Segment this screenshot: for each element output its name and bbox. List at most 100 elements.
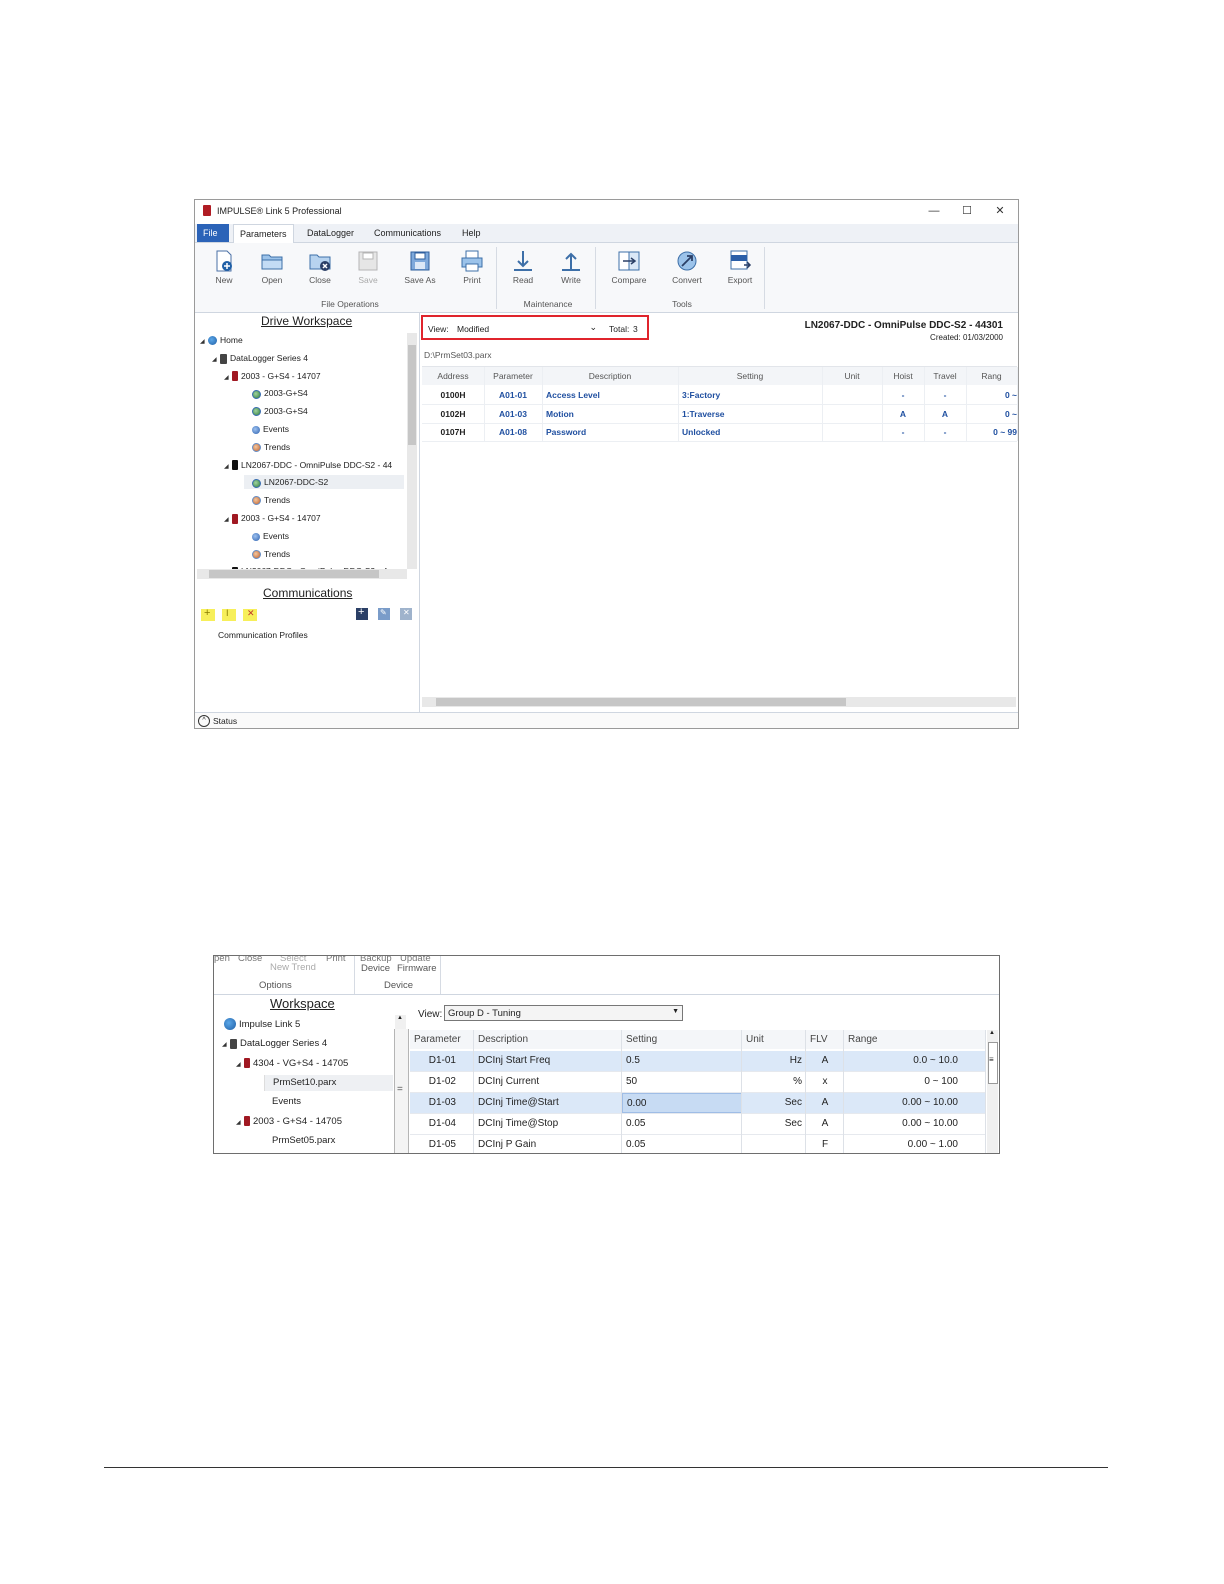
tree-vertical-scrollbar[interactable] <box>407 333 417 569</box>
tree-item[interactable]: ◢ LN2067-DDC - OmniPulse DDC-S2 - 44 <box>224 458 392 472</box>
print-button-label[interactable]: Print <box>326 956 346 964</box>
table-row[interactable]: 0100H A01-01 Access Level 3:Factory - - 0 ~ <box>422 386 1017 405</box>
table-vertical-scrollbar-2[interactable]: ▲ ≡ <box>987 1030 998 1153</box>
table-cell[interactable]: 0.05 <box>622 1114 742 1134</box>
column-header[interactable]: Travel <box>924 367 967 385</box>
menu-datalogger[interactable]: DataLogger <box>301 224 360 242</box>
expand-toggle-icon[interactable]: ◢ <box>224 513 232 527</box>
export-button[interactable]: Export <box>720 249 760 287</box>
maximize-button[interactable]: ☐ <box>953 203 981 219</box>
expand-toggle-icon[interactable]: ◢ <box>224 460 232 474</box>
column-header[interactable]: Hoist <box>882 367 925 385</box>
tree-item[interactable]: Events <box>264 1094 301 1110</box>
column-header[interactable]: Description <box>542 367 679 385</box>
edit-connection-icon[interactable]: ✎ <box>378 608 390 620</box>
save-as-button[interactable]: Save As <box>400 249 440 287</box>
column-header[interactable]: Rang <box>966 367 1018 385</box>
firmware-button-label[interactable]: Firmware <box>397 963 437 974</box>
tree-item[interactable]: ◢ 4304 - VG+S4 - 14705 <box>236 1056 348 1072</box>
tree-item[interactable]: ◢ 2003 - G+S4 - 14707 <box>224 369 321 383</box>
tree-item[interactable]: 2003-G+S4 <box>244 404 308 418</box>
tree-item[interactable]: Trends <box>244 440 290 454</box>
table-cell[interactable]: 50 <box>622 1072 742 1092</box>
close-window-button[interactable]: ✕ <box>986 203 1014 219</box>
menu-help[interactable]: Help <box>456 224 487 242</box>
menu-file[interactable]: File <box>197 224 229 242</box>
column-header[interactable]: Unit <box>822 367 883 385</box>
table-cell[interactable]: 0.00 <box>622 1093 742 1113</box>
write-button[interactable]: Write <box>551 249 591 287</box>
tree-horizontal-scrollbar[interactable] <box>197 569 407 579</box>
tree-item[interactable]: 2003-G+S4 <box>244 386 308 400</box>
column-header[interactable]: Description <box>474 1030 622 1049</box>
scroll-up-icon[interactable]: ▲ <box>397 1015 403 1021</box>
expand-toggle-icon[interactable]: ◢ <box>236 1115 244 1131</box>
tree-item[interactable]: ◢ Home <box>200 333 243 347</box>
close-button-label[interactable]: Close <box>238 956 262 964</box>
column-header[interactable]: Parameter <box>484 367 543 385</box>
edit-profile-icon[interactable]: I <box>222 608 236 621</box>
table-horizontal-scrollbar[interactable] <box>422 697 1016 707</box>
expand-toggle-icon[interactable]: ◢ <box>222 1037 230 1053</box>
tree-item[interactable]: LN2067-DDC-S2 <box>244 475 404 490</box>
print-button[interactable]: Print <box>452 249 492 287</box>
table-scroll-up-icon[interactable]: ▲ <box>989 1030 995 1036</box>
status-expand-icon[interactable]: ^ <box>198 715 210 727</box>
new-trend-button-label[interactable]: New Trend <box>270 962 316 973</box>
read-button[interactable]: Read <box>503 249 543 287</box>
view-select-2[interactable]: Group D - Tuning ▼ <box>444 1005 683 1021</box>
view-select[interactable]: Modified ⌄ <box>455 320 599 336</box>
tree-item[interactable]: ◢ 2003 - G+S4 - 14707 <box>224 511 321 525</box>
minimize-button[interactable]: — <box>920 203 948 219</box>
add-profile-icon[interactable]: + <box>201 607 215 621</box>
table-row[interactable]: 0102H A01-03 Motion 1:Traverse A A 0 ~ <box>422 405 1017 424</box>
table-row[interactable]: 0107H A01-08 Password Unlocked - - 0 ~ 99 <box>422 423 1017 442</box>
column-header[interactable]: Parameter <box>410 1030 474 1049</box>
menu-communications[interactable]: Communications <box>368 224 447 242</box>
tree-scroll-thumb[interactable] <box>408 345 416 445</box>
tree-item[interactable]: Events <box>244 422 289 436</box>
table-row[interactable]: D1-01 DCInj Start Freq 0.5 Hz A 0.0 ~ 10.0 <box>410 1051 986 1072</box>
column-header[interactable]: Address <box>422 367 485 385</box>
tree-hscroll-thumb[interactable] <box>209 570 379 578</box>
tree-item[interactable]: Trends <box>244 547 290 561</box>
tree-item[interactable]: PrmSet05.parx <box>264 1133 335 1149</box>
column-header[interactable]: FLV <box>806 1030 844 1049</box>
save-button[interactable]: Save <box>348 249 388 287</box>
convert-button[interactable]: Convert <box>667 249 707 287</box>
table-cell[interactable]: 0.05 <box>622 1135 742 1153</box>
table-row[interactable]: D1-03 DCInj Time@Start 0.00 Sec A 0.00 ~ 10.0… <box>410 1093 986 1114</box>
splitter-handle[interactable]: = <box>394 1029 409 1153</box>
connect-icon[interactable]: + <box>356 606 368 620</box>
expand-toggle-icon[interactable]: ◢ <box>224 371 232 385</box>
device-button-label[interactable]: Device <box>361 963 390 974</box>
expand-toggle-icon[interactable]: ◢ <box>212 353 220 367</box>
remove-connection-icon[interactable]: ✕ <box>400 608 412 620</box>
column-header[interactable]: Setting <box>678 367 823 385</box>
new-button[interactable]: New <box>204 249 244 287</box>
expand-toggle-icon[interactable]: ◢ <box>200 335 208 349</box>
tree-item[interactable]: PrmSet10.parx <box>264 1074 393 1091</box>
column-header[interactable]: Range <box>844 1030 986 1049</box>
close-button[interactable]: Close <box>300 249 340 287</box>
table-row[interactable]: D1-04 DCInj Time@Stop 0.05 Sec A 0.00 ~ 10.00 <box>410 1114 986 1135</box>
tree-item[interactable]: Events <box>244 529 289 543</box>
table-row[interactable]: D1-02 DCInj Current 50% x 0 ~ 100 <box>410 1072 986 1093</box>
tree-item[interactable]: ◢ DataLogger Series 4 <box>212 351 308 365</box>
menu-parameters[interactable]: Parameters <box>233 224 294 243</box>
tree-item[interactable]: Impulse Link 5 <box>216 1017 300 1033</box>
expand-toggle-icon[interactable]: ◢ <box>236 1057 244 1073</box>
column-header[interactable]: Setting <box>622 1030 742 1049</box>
table-row[interactable]: D1-05 DCInj P Gain 0.05 F 0.00 ~ 1.00 <box>410 1135 986 1153</box>
table-hscroll-thumb[interactable] <box>436 698 846 706</box>
open-button[interactable]: Open <box>252 249 292 287</box>
tree-item[interactable]: Trends <box>244 493 290 507</box>
delete-profile-icon[interactable]: ✕ <box>243 608 257 621</box>
tree-item[interactable]: ◢ DataLogger Series 4 <box>222 1036 327 1052</box>
open-button-label-partial[interactable]: pen <box>214 956 230 964</box>
table-cell[interactable]: 0.5 <box>622 1051 742 1071</box>
table-scroll-thumb-2[interactable]: ≡ <box>988 1042 998 1084</box>
compare-button[interactable]: Compare <box>609 249 649 287</box>
tree-item[interactable]: ◢ 2003 - G+S4 - 14705 <box>236 1114 342 1130</box>
column-header[interactable]: Unit <box>742 1030 806 1049</box>
